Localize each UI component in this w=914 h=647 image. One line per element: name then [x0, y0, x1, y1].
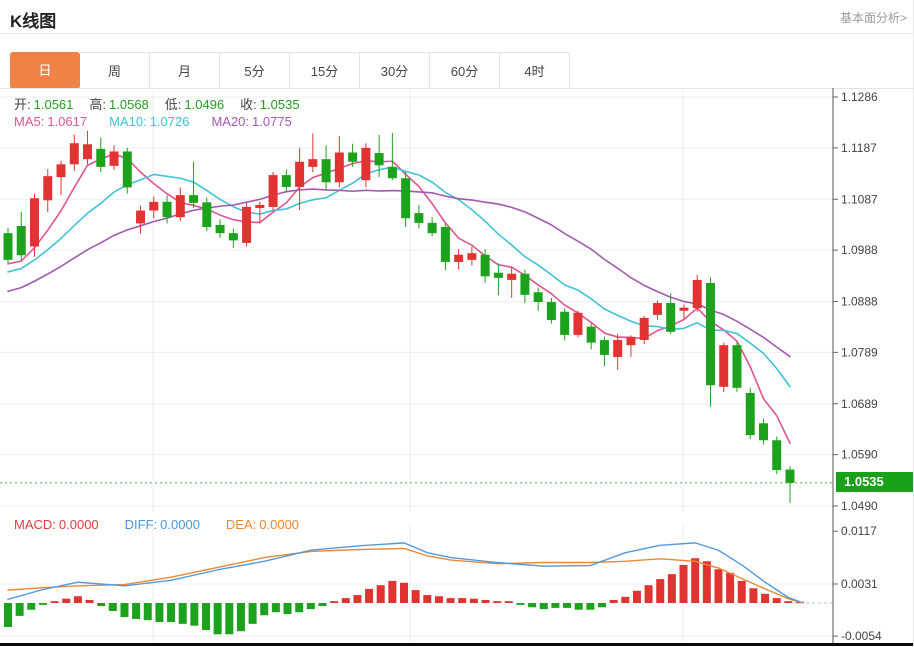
macd-y-axis-label: 0.0117 [841, 524, 877, 538]
y-axis-label: 1.0888 [841, 295, 878, 309]
fundamental-analysis-link[interactable]: 基本面分析> [840, 9, 907, 26]
legend-item: 高:1.0568 [89, 94, 148, 113]
ma-legend: MA5:1.0617 MA10:1.0726 MA20:1.0775 [14, 114, 292, 129]
y-axis-label: 1.1087 [841, 192, 878, 206]
current-price-badge: 1.0535 [836, 472, 913, 492]
macd-legend: MACD:0.0000 DIFF:0.0000 DEA:0.0000 [14, 517, 299, 532]
tab-4时[interactable]: 4时 [500, 52, 570, 89]
page-title: K线图 [10, 7, 56, 32]
y-axis-label: 1.0490 [841, 499, 878, 513]
tab-月[interactable]: 月 [150, 52, 220, 89]
kline-widget: K线图 基本面分析> 日周月5分15分30分60分4时 1.1286 1.1187… [0, 0, 914, 647]
period-tabbar: 日周月5分15分30分60分4时 [10, 52, 570, 89]
legend-item: 低:1.0496 [165, 94, 224, 113]
legend-item: MACD:0.0000 [14, 517, 99, 532]
tab-30分[interactable]: 30分 [360, 52, 430, 89]
y-axis-label: 1.0590 [841, 448, 878, 462]
ohlc-legend: 开:1.0561 高:1.0568 低:1.0496 收:1.0535 [14, 94, 300, 113]
macd-y-axis-label: 0.0031 [841, 577, 878, 591]
y-axis-label: 1.0988 [841, 243, 878, 257]
legend-item: 开:1.0561 [14, 94, 73, 113]
tab-60分[interactable]: 60分 [430, 52, 500, 89]
legend-item: MA10:1.0726 [109, 114, 189, 129]
y-axis-label: 1.1187 [841, 141, 877, 155]
tabbar-underline [0, 88, 913, 89]
legend-item: DIFF:0.0000 [125, 517, 200, 532]
header-divider [0, 33, 913, 34]
y-axis-label: 1.1286 [841, 90, 878, 104]
tab-周[interactable]: 周 [80, 52, 150, 89]
y-axis-label: 1.0789 [841, 345, 878, 359]
legend-item: 收:1.0535 [240, 94, 299, 113]
y-axis-label: 1.0689 [841, 397, 878, 411]
legend-item: DEA:0.0000 [226, 517, 299, 532]
chart-bottom-border [0, 643, 913, 646]
legend-item: MA20:1.0775 [211, 114, 291, 129]
macd-y-axis-label: -0.0054 [841, 629, 882, 643]
tab-日[interactable]: 日 [10, 52, 80, 89]
tab-15分[interactable]: 15分 [290, 52, 360, 89]
legend-item: MA5:1.0617 [14, 114, 87, 129]
tab-5分[interactable]: 5分 [220, 52, 290, 89]
